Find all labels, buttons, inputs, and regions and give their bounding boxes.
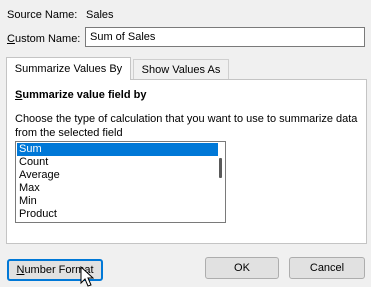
list-item-max[interactable]: Max [17,182,218,195]
list-item-count[interactable]: Count [17,156,218,169]
list-item-product[interactable]: Product [17,208,218,221]
source-name-value: Sales [86,9,114,21]
tabs-area: Summarize Values By Show Values As Summa… [6,57,367,244]
ok-button[interactable]: OK [205,257,279,279]
list-item-average[interactable]: Average [17,169,218,182]
tab-summarize-values-by[interactable]: Summarize Values By [6,57,131,80]
list-item-min[interactable]: Min [17,195,218,208]
list-item-sum[interactable]: Sum [17,143,218,156]
custom-name-accelerator: C [7,33,15,45]
tab-show-values-as[interactable]: Show Values As [133,59,229,79]
list-scrollbar-thumb[interactable] [219,158,222,178]
function-listbox[interactable]: Sum Count Average Max Min Product [15,141,226,223]
mouse-pointer-icon [80,266,94,287]
panel-description: Choose the type of calculation that you … [15,113,358,139]
custom-name-label-text: ustom Name: [14,33,81,45]
tab-panel: Summarize value field by Choose the type… [6,79,367,244]
custom-name-label: Custom Name: [7,33,80,45]
cancel-button[interactable]: Cancel [289,257,365,279]
source-name-label: Source Name: [7,9,78,21]
custom-name-input[interactable]: Sum of Sales [85,27,365,47]
panel-title-text: ummarize value field by [22,89,147,101]
panel-title: Summarize value field by [15,89,146,101]
